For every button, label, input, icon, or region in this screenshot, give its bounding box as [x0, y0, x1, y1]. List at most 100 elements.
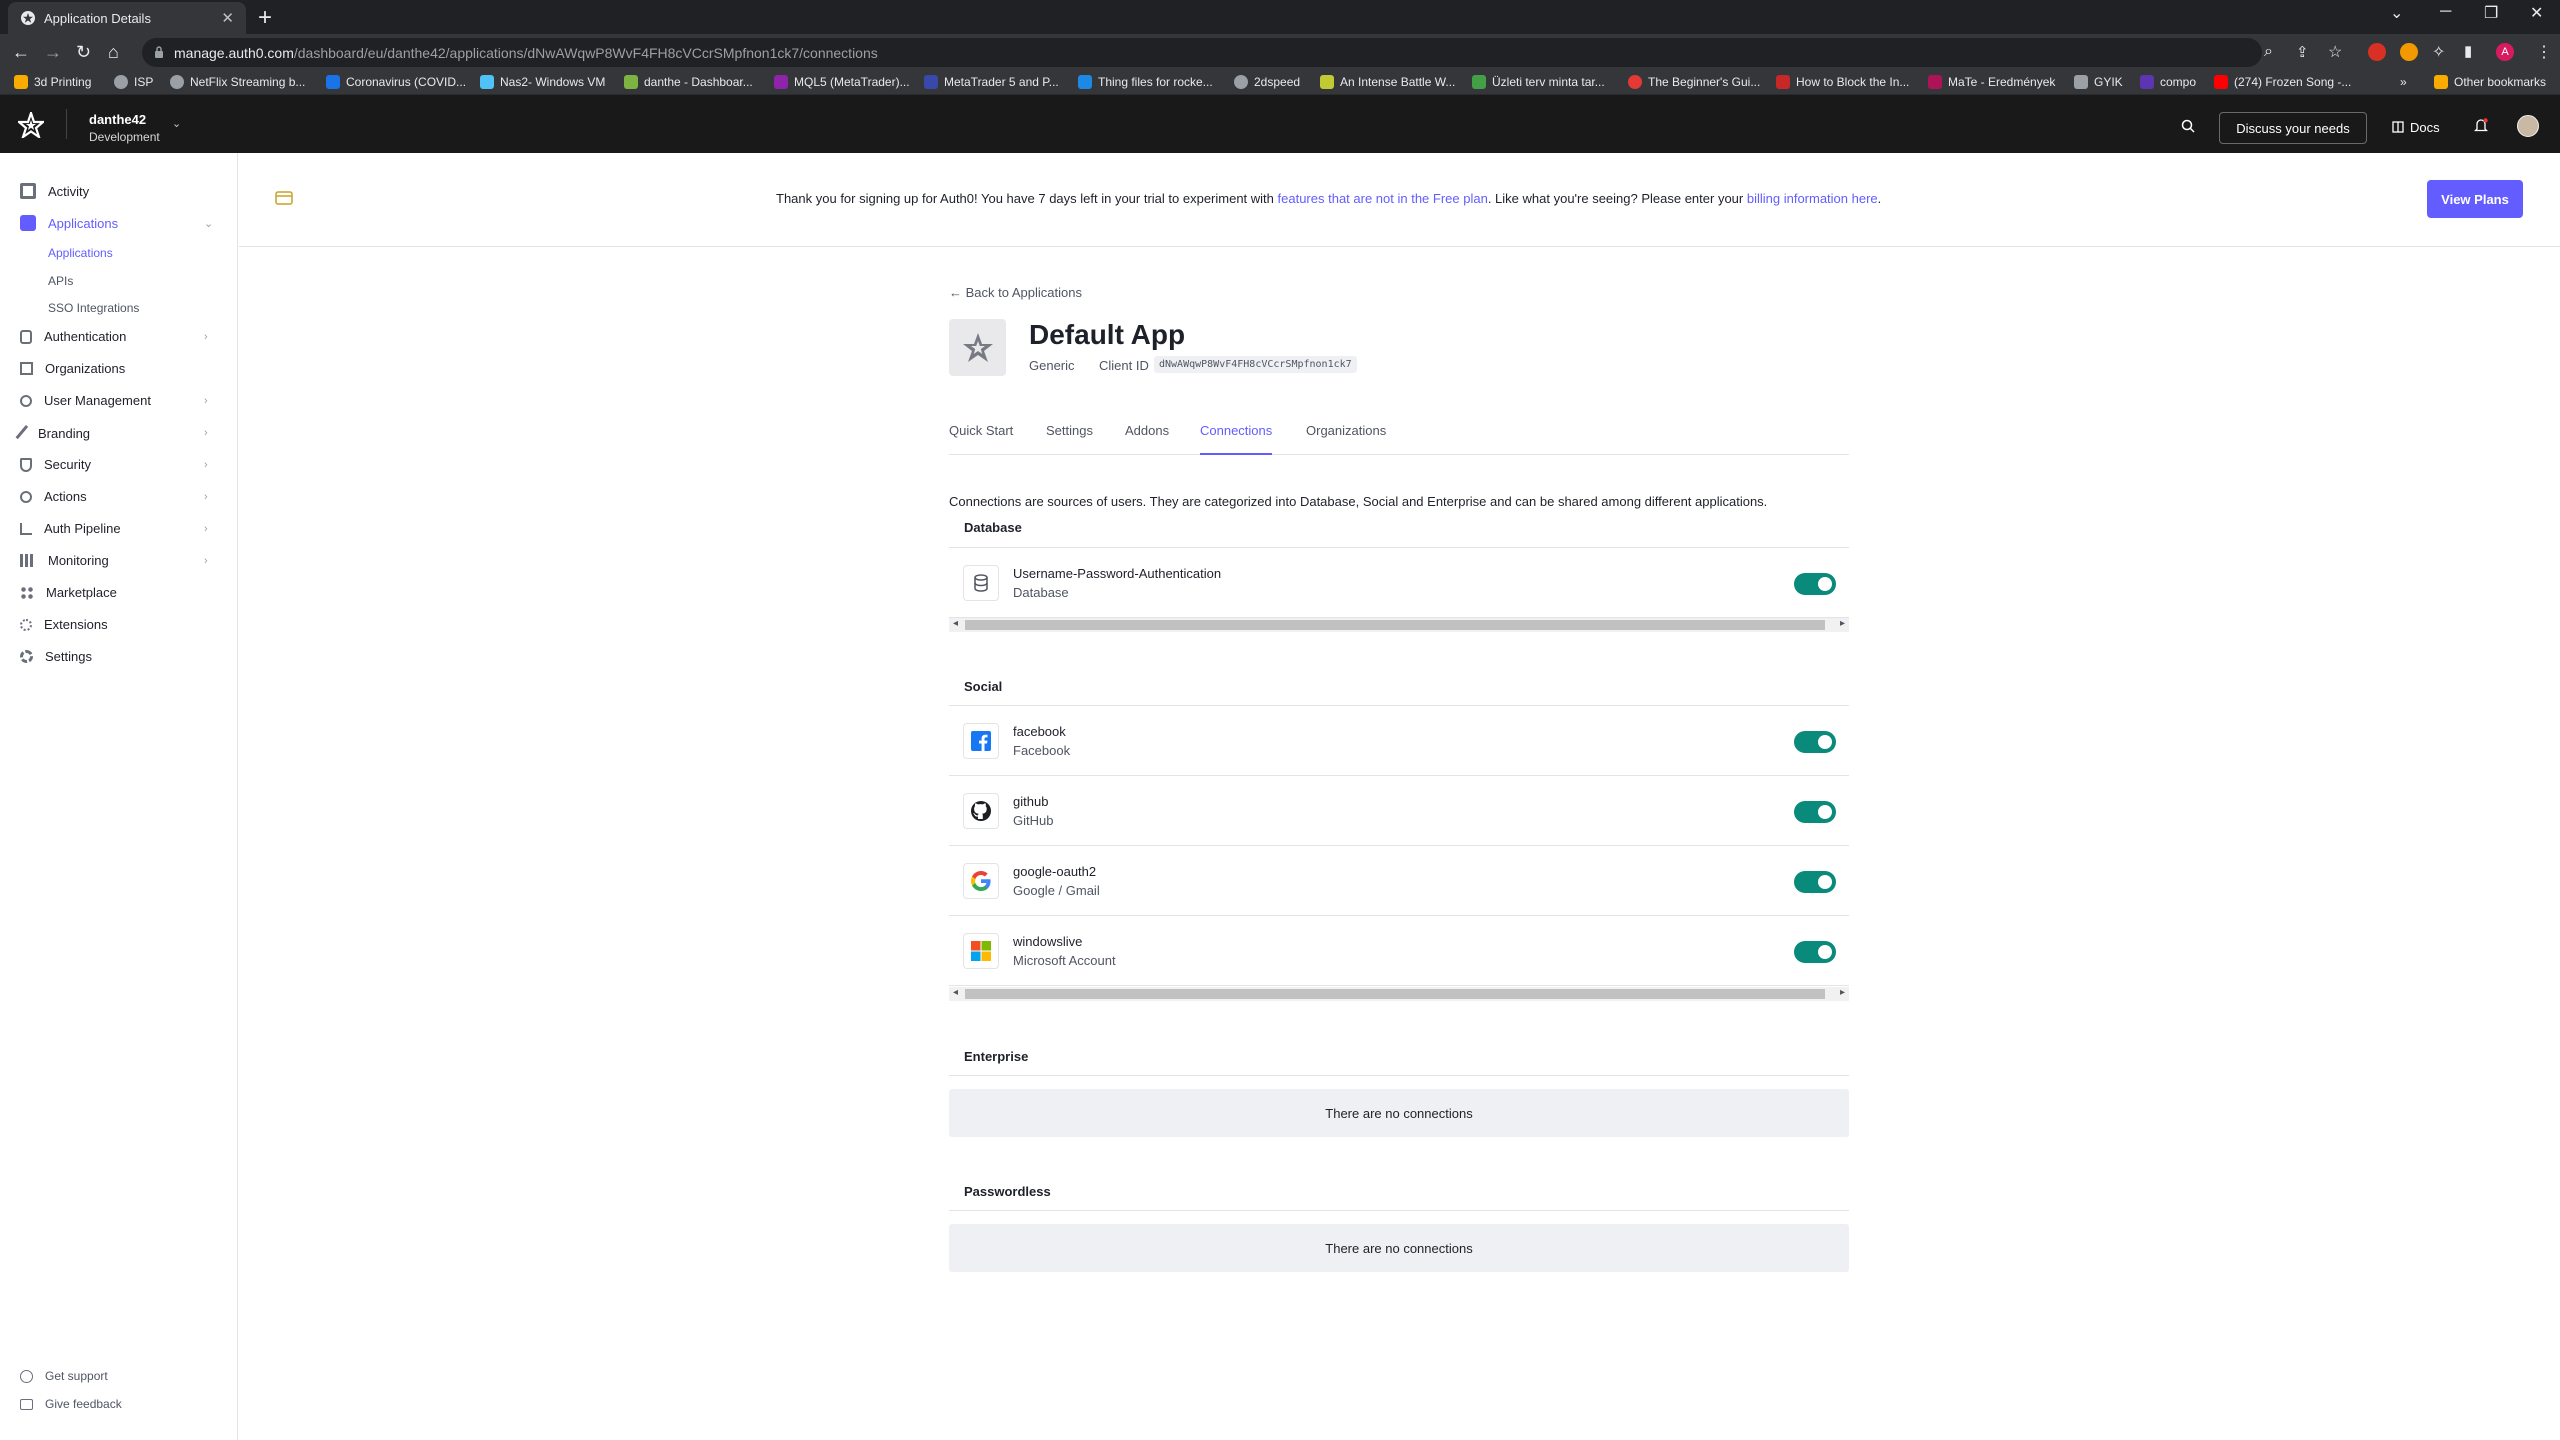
- bookmark-item[interactable]: ISP: [114, 75, 153, 89]
- extension-adblock-icon[interactable]: [2368, 43, 2386, 61]
- sidebar-item-organizations[interactable]: Organizations: [20, 361, 125, 376]
- get-support-link[interactable]: Get support: [20, 1369, 108, 1383]
- zoom-icon[interactable]: ⌕: [2264, 43, 2273, 61]
- sidebar-item-extensions[interactable]: Extensions: [20, 617, 108, 632]
- view-plans-button[interactable]: View Plans: [2427, 180, 2523, 218]
- sidebar-item-actions[interactable]: Actions: [20, 489, 87, 504]
- connection-toggle[interactable]: [1794, 731, 1836, 753]
- bookmark-item[interactable]: An Intense Battle W...: [1320, 75, 1455, 89]
- sidebar-item-activity[interactable]: Activity: [20, 183, 89, 199]
- connection-toggle[interactable]: [1794, 801, 1836, 823]
- bookmark-item[interactable]: (274) Frozen Song -...: [2214, 75, 2351, 89]
- sidebar-subitem-sso-integrations[interactable]: SSO Integrations: [48, 301, 139, 315]
- bookmark-item[interactable]: compo: [2140, 75, 2196, 89]
- scroll-left-icon[interactable]: ◂: [953, 618, 958, 629]
- bookmark-item[interactable]: How to Block the In...: [1776, 75, 1909, 89]
- chevron-down-icon[interactable]: ⌄: [204, 217, 213, 230]
- browser-menu-icon[interactable]: ⋮: [2536, 42, 2552, 62]
- back-to-applications-link[interactable]: ← Back to Applications: [949, 285, 1082, 300]
- scroll-right-icon[interactable]: ▸: [1840, 618, 1845, 629]
- bookmark-item[interactable]: Thing files for rocke...: [1078, 75, 1213, 89]
- give-feedback-link[interactable]: Give feedback: [20, 1397, 122, 1411]
- bookmark-item[interactable]: NetFlix Streaming b...: [170, 75, 305, 89]
- tenant-name[interactable]: danthe42: [89, 112, 146, 127]
- home-icon[interactable]: ⌂: [108, 42, 119, 63]
- notification-bell-icon[interactable]: [2474, 118, 2488, 133]
- free-plan-features-link[interactable]: features that are not in the Free plan: [1278, 191, 1488, 206]
- bookmark-item[interactable]: 3d Printing: [14, 75, 91, 89]
- address-bar[interactable]: manage.auth0.com/dashboard/eu/danthe42/a…: [142, 38, 2262, 67]
- bookmark-star-icon[interactable]: ☆: [2328, 42, 2342, 62]
- bookmark-item[interactable]: danthe - Dashboar...: [624, 75, 753, 89]
- bookmark-item[interactable]: GYIK: [2074, 75, 2123, 89]
- close-window-icon[interactable]: ✕: [2530, 3, 2543, 23]
- tab-addons[interactable]: Addons: [1125, 423, 1169, 448]
- chevron-right-icon[interactable]: ›: [204, 491, 208, 503]
- side-panel-icon[interactable]: ▮: [2464, 42, 2472, 60]
- other-bookmarks[interactable]: Other bookmarks: [2434, 75, 2546, 89]
- horizontal-scrollbar[interactable]: ◂ ▸: [949, 987, 1849, 1001]
- billing-information-link[interactable]: billing information here: [1747, 191, 1878, 206]
- auth0-logo-icon[interactable]: [18, 112, 44, 138]
- tab-settings[interactable]: Settings: [1046, 423, 1093, 448]
- share-icon[interactable]: ⇪: [2296, 43, 2309, 61]
- chevron-right-icon[interactable]: ›: [204, 395, 208, 407]
- tenant-environment[interactable]: Development: [89, 130, 160, 144]
- sidebar-item-security[interactable]: Security: [20, 457, 91, 472]
- sidebar-item-authentication[interactable]: Authentication: [20, 329, 126, 344]
- profile-avatar[interactable]: A: [2496, 43, 2514, 61]
- chevron-right-icon[interactable]: ›: [204, 427, 208, 439]
- sidebar-item-branding[interactable]: Branding: [15, 424, 90, 442]
- scrollbar-thumb[interactable]: [965, 989, 1825, 999]
- bookmark-item[interactable]: MQL5 (MetaTrader)...: [774, 75, 910, 89]
- bookmark-item[interactable]: The Beginner's Gui...: [1628, 75, 1760, 89]
- sidebar-subitem-apis[interactable]: APIs: [48, 274, 73, 288]
- more-bookmarks[interactable]: »: [2400, 75, 2407, 89]
- sidebar-item-settings[interactable]: Settings: [20, 649, 92, 664]
- back-icon[interactable]: ←: [12, 42, 30, 63]
- chevron-right-icon[interactable]: ›: [204, 555, 208, 567]
- chevron-right-icon[interactable]: ›: [204, 459, 208, 471]
- scroll-left-icon[interactable]: ◂: [953, 987, 958, 998]
- client-id-value[interactable]: dNwAWqwP8WvF4FH8cVCcrSMpfnon1ck7: [1154, 356, 1357, 373]
- chevron-right-icon[interactable]: ›: [204, 523, 208, 535]
- extensions-puzzle-icon[interactable]: ✧: [2432, 42, 2445, 62]
- browser-tab[interactable]: Application Details ✕: [8, 2, 246, 34]
- chevron-right-icon[interactable]: ›: [204, 331, 208, 343]
- chevron-down-icon[interactable]: ⌄: [172, 117, 181, 130]
- scrollbar-thumb[interactable]: [965, 620, 1825, 630]
- scroll-right-icon[interactable]: ▸: [1840, 987, 1845, 998]
- sidebar-item-marketplace[interactable]: Marketplace: [20, 585, 117, 600]
- bookmark-item[interactable]: 2dspeed: [1234, 75, 1300, 89]
- reload-icon[interactable]: ↻: [76, 42, 91, 63]
- connection-toggle[interactable]: [1794, 941, 1836, 963]
- sidebar-subitem-applications[interactable]: Applications: [48, 246, 113, 260]
- bookmark-item[interactable]: MaTe - Eredmények: [1928, 75, 2055, 89]
- bookmark-item[interactable]: Üzleti terv minta tar...: [1472, 75, 1605, 89]
- minimize-icon[interactable]: ─: [2440, 3, 2451, 21]
- tab-quick-start[interactable]: Quick Start: [949, 423, 1013, 448]
- horizontal-scrollbar[interactable]: ◂ ▸: [949, 618, 1849, 632]
- bookmark-item[interactable]: Coronavirus (COVID...: [326, 75, 466, 89]
- connection-toggle[interactable]: [1794, 573, 1836, 595]
- search-icon[interactable]: [2181, 119, 2195, 133]
- tab-search-icon[interactable]: ⌄: [2390, 3, 2403, 23]
- discuss-needs-button[interactable]: Discuss your needs: [2219, 112, 2367, 144]
- extension-infinity-icon[interactable]: [2400, 43, 2418, 61]
- new-tab-icon[interactable]: +: [258, 4, 272, 32]
- tab-connections[interactable]: Connections: [1200, 423, 1273, 455]
- forward-icon[interactable]: →: [44, 42, 62, 63]
- sidebar-item-auth-pipeline[interactable]: Auth Pipeline: [20, 521, 121, 536]
- sidebar-item-user-management[interactable]: User Management: [20, 393, 151, 408]
- close-tab-icon[interactable]: ✕: [221, 9, 234, 27]
- tab-organizations[interactable]: Organizations: [1306, 423, 1386, 448]
- connection-toggle[interactable]: [1794, 871, 1836, 893]
- sidebar-item-monitoring[interactable]: Monitoring: [20, 553, 109, 568]
- bookmark-item[interactable]: MetaTrader 5 and P...: [924, 75, 1059, 89]
- user-avatar[interactable]: [2517, 115, 2539, 137]
- bookmark-item[interactable]: Nas2- Windows VM: [480, 75, 605, 89]
- docs-link[interactable]: Docs: [2410, 120, 2440, 135]
- connection-name: google-oauth2: [1013, 864, 1097, 879]
- sidebar-item-applications[interactable]: Applications: [20, 215, 118, 231]
- restore-icon[interactable]: ❐: [2484, 3, 2498, 23]
